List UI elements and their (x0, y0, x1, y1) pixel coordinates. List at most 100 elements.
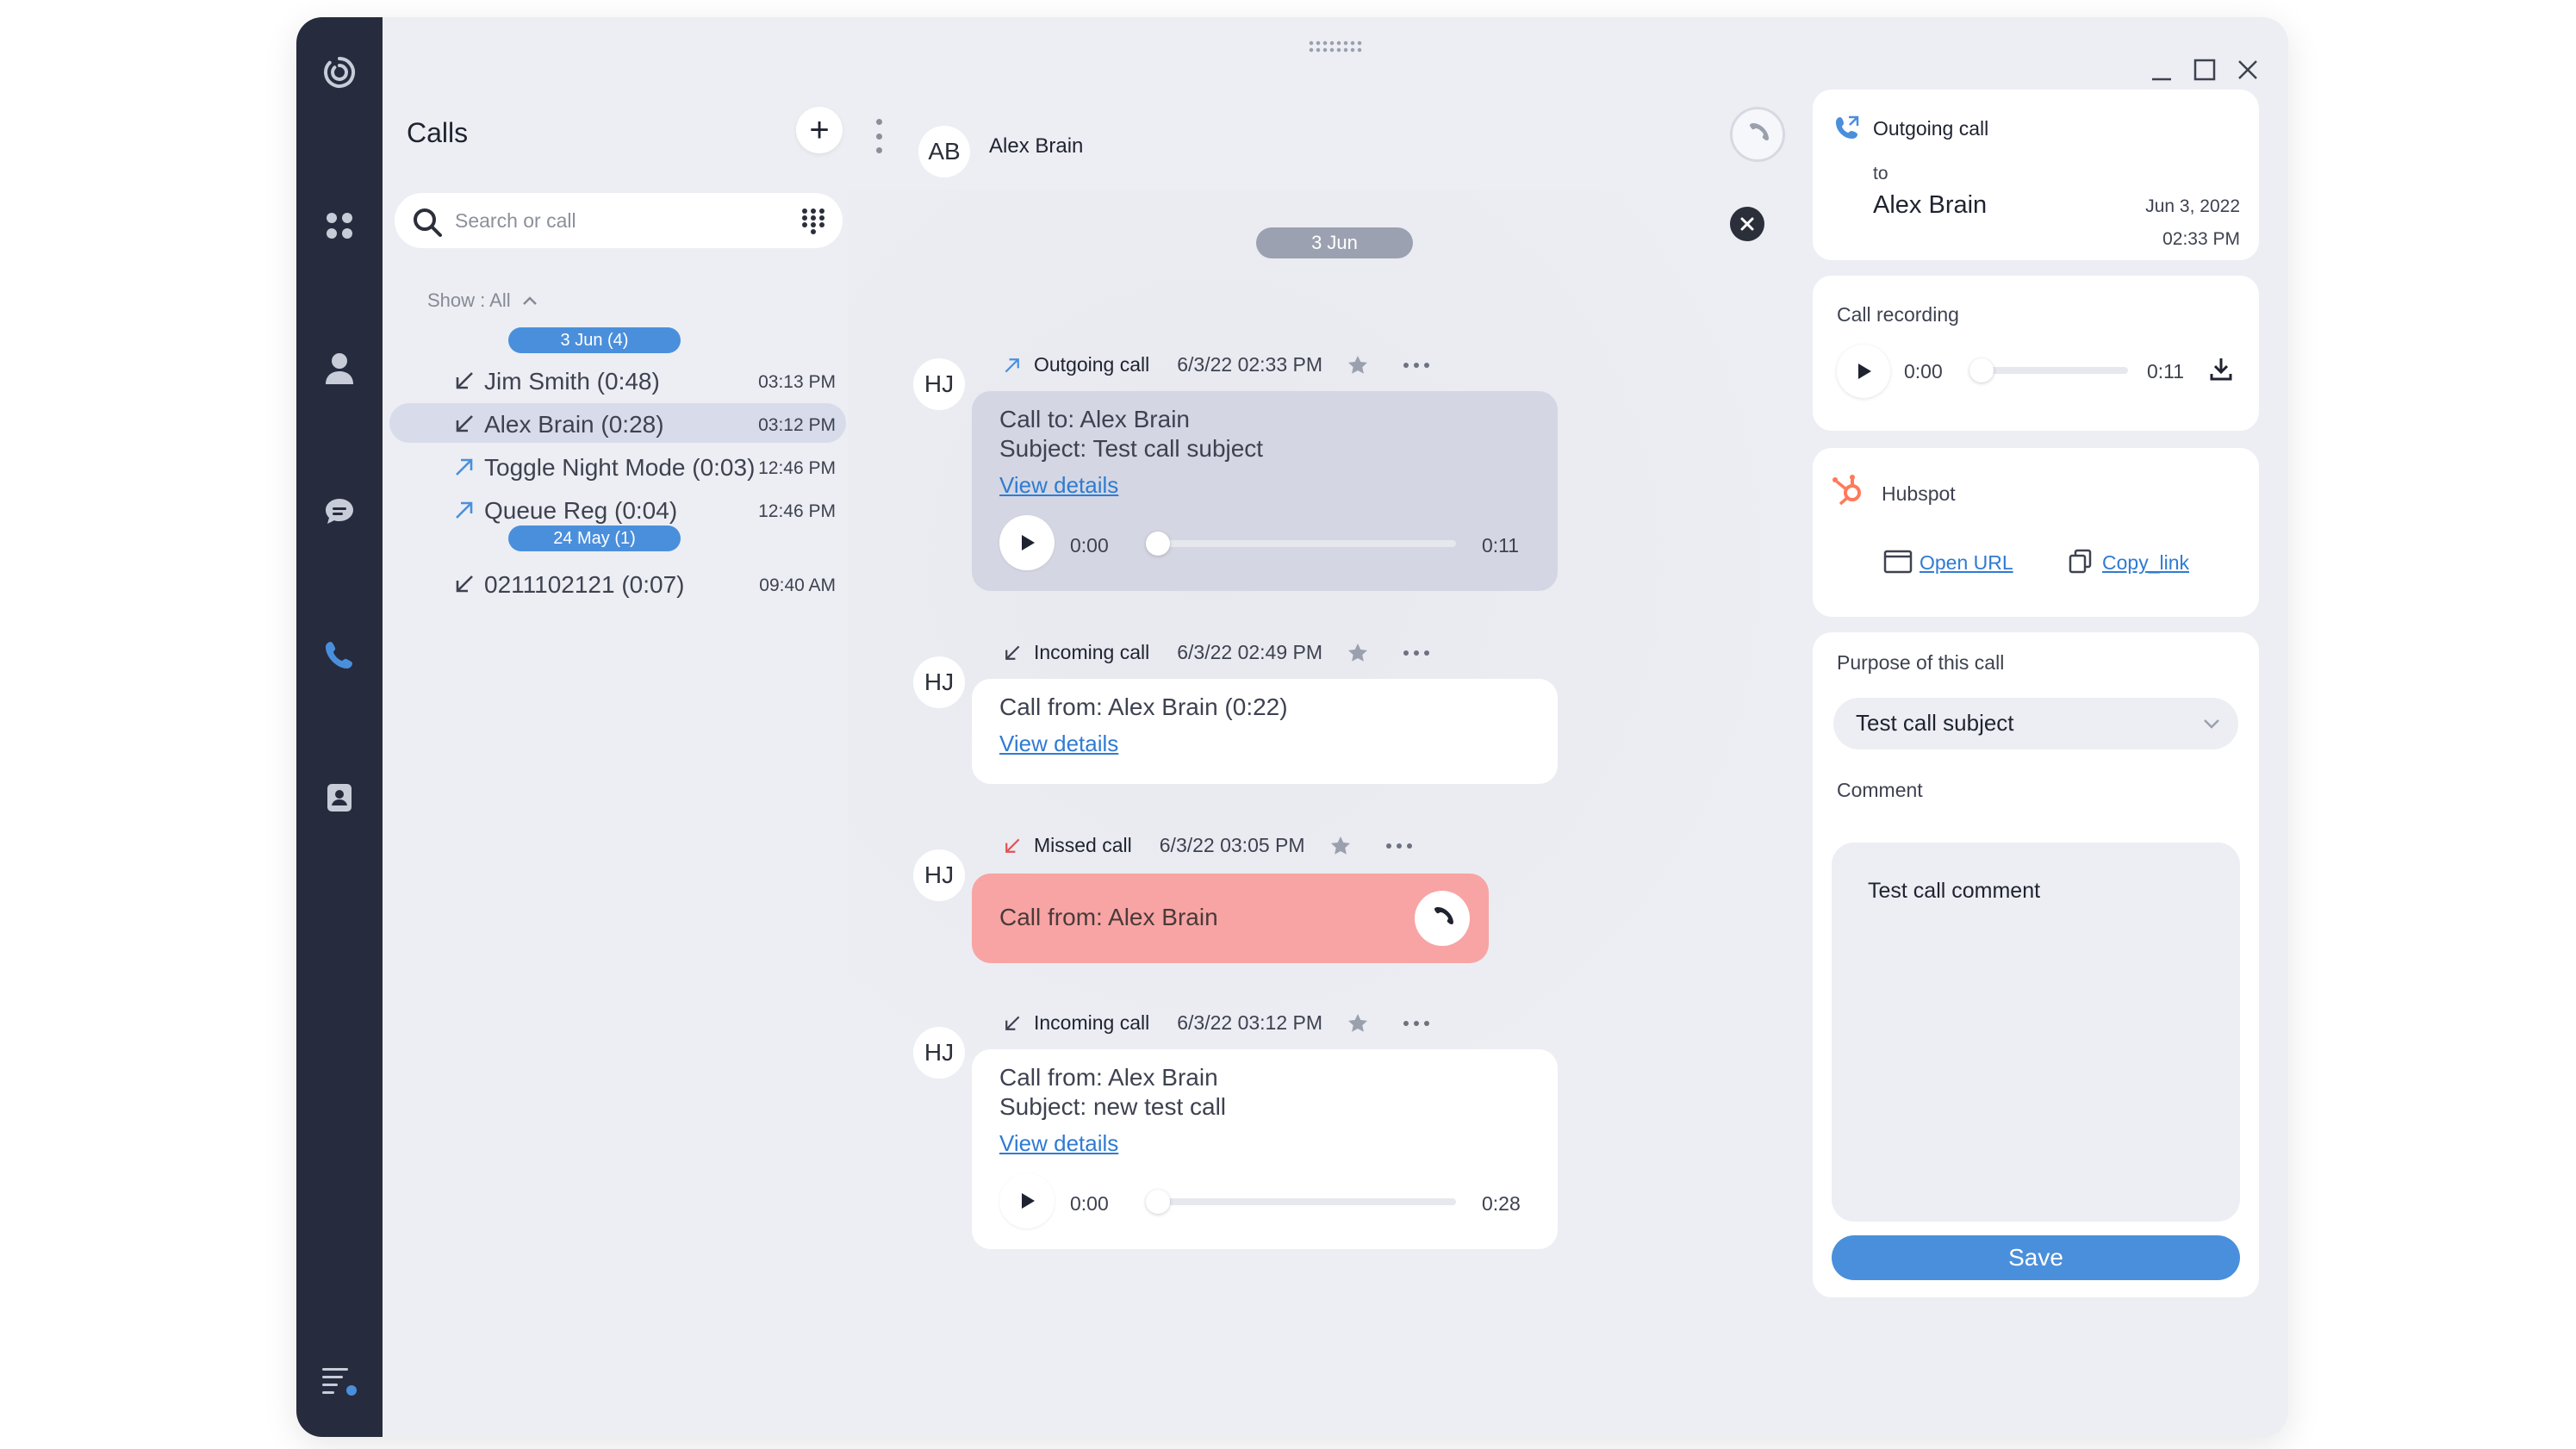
outgoing-arrow-icon (456, 501, 473, 519)
view-details-link[interactable]: View details (999, 470, 1118, 500)
close-icon (1740, 217, 1754, 231)
chat-icon[interactable] (319, 491, 360, 532)
chat-background (848, 190, 1761, 1437)
more-options-icon[interactable] (870, 119, 887, 153)
view-details-link[interactable]: View details (999, 729, 1118, 758)
call-date: Jun 3, 2022 (2145, 196, 2240, 216)
search-input[interactable] (455, 203, 765, 238)
incoming-arrow-icon (456, 372, 473, 389)
recording-seekbar[interactable] (1969, 358, 2128, 382)
message-avatar: HJ (913, 358, 965, 410)
logo-icon[interactable] (319, 52, 360, 93)
message-type: Incoming call (1034, 1011, 1150, 1034)
player-seekbar[interactable] (1146, 1190, 1456, 1214)
call-list-name: Queue Reg (0:04) (484, 497, 678, 524)
hubspot-logo-icon (1832, 475, 1861, 506)
play-button[interactable] (999, 515, 1055, 570)
seek-handle[interactable] (1146, 1190, 1170, 1214)
contacts-icon[interactable] (319, 777, 360, 818)
maximize-icon[interactable] (2192, 57, 2218, 83)
star-icon[interactable] (1329, 835, 1352, 857)
message-type: Incoming call (1034, 641, 1150, 663)
more-icon[interactable] (1403, 362, 1430, 368)
call-list-item[interactable]: Queue Reg (0:04) 12:46 PM (389, 489, 846, 529)
outgoing-arrow-icon (456, 458, 473, 476)
star-icon[interactable] (1347, 1012, 1369, 1035)
message-time: 6/3/22 02:33 PM (1177, 353, 1323, 376)
player-duration: 0:28 (1482, 1192, 1521, 1215)
minimize-icon[interactable] (2149, 57, 2175, 83)
header-call-button[interactable] (1730, 107, 1785, 162)
message-time: 6/3/22 02:49 PM (1177, 641, 1323, 663)
call-contact-name: Alex Brain (1873, 191, 1988, 219)
save-button[interactable]: Save (1832, 1235, 2240, 1280)
drag-handle[interactable] (1308, 40, 1363, 53)
message-subject: Subject: new test call (999, 1093, 1227, 1120)
message-type: Outgoing call (1034, 353, 1150, 376)
copy-link[interactable]: Copy_link (2102, 551, 2189, 575)
incoming-arrow-icon (1005, 1016, 1020, 1030)
message-avatar: HJ (913, 656, 965, 708)
apps-icon[interactable] (319, 205, 360, 246)
profile-icon[interactable] (319, 348, 360, 389)
calls-title: Calls (407, 117, 469, 148)
close-thread-button[interactable] (1730, 207, 1764, 241)
contact-name: Alex Brain (989, 134, 1084, 158)
copy-icon (2069, 549, 2092, 574)
recording-title: Call recording (1837, 303, 1959, 326)
call-list-name: Alex Brain (0:28) (484, 411, 664, 438)
call-list-time: 03:12 PM (758, 415, 836, 435)
play-button[interactable] (999, 1173, 1055, 1228)
comment-value: Test call comment (1868, 879, 2041, 903)
message-avatar: HJ (913, 1027, 965, 1079)
view-details-link[interactable]: View details (999, 1129, 1118, 1158)
message-line: Call from: Alex Brain (999, 1064, 1218, 1091)
call-list-item[interactable]: Jim Smith (0:48) 03:13 PM (389, 360, 846, 400)
add-call-button[interactable]: + (796, 107, 843, 153)
phone-icon[interactable] (319, 634, 360, 675)
call-list-time: 12:46 PM (758, 501, 836, 521)
star-icon[interactable] (1347, 354, 1369, 376)
show-filter[interactable]: Show : All (427, 289, 538, 312)
dialpad-icon[interactable] (800, 207, 827, 234)
call-list-item[interactable]: 0211102121 (0:07) 09:40 AM (389, 563, 846, 603)
menu-icon[interactable] (319, 1359, 360, 1401)
to-label: to (1873, 164, 1888, 183)
purpose-select[interactable]: Test call subject (1833, 698, 2238, 749)
audio-player: 0:00 0:11 (999, 515, 1519, 570)
hubspot-card: Hubspot Open URL Copy_link (1813, 448, 2259, 617)
recording-seek-handle[interactable] (1969, 358, 1994, 382)
more-icon[interactable] (1403, 1020, 1430, 1026)
incoming-arrow-icon (456, 575, 473, 593)
message-meta: Outgoing call 6/3/22 02:33 PM (1003, 353, 1430, 376)
more-icon[interactable] (1403, 650, 1430, 656)
day-separator: 3 Jun (1256, 227, 1413, 258)
comment-textarea[interactable]: Test call comment (1832, 843, 2240, 1222)
call-list-name: Toggle Night Mode (0:03) (484, 454, 756, 481)
more-icon[interactable] (1385, 843, 1412, 849)
call-back-button[interactable] (1415, 891, 1470, 946)
player-current-time: 0:00 (1070, 534, 1109, 557)
message-meta: Missed call 6/3/22 03:05 PM (1003, 834, 1412, 857)
search-bar (395, 193, 843, 248)
recording-current-time: 0:00 (1904, 360, 1943, 382)
download-icon[interactable] (2207, 355, 2235, 382)
close-icon[interactable] (2235, 57, 2261, 83)
call-list-name: 0211102121 (0:07) (484, 571, 685, 598)
seek-handle[interactable] (1146, 532, 1170, 556)
call-list-item-selected[interactable]: Alex Brain (0:28) 03:12 PM (389, 403, 846, 443)
recording-play-button[interactable] (1837, 345, 1890, 398)
outgoing-arrow-icon (1005, 358, 1019, 372)
star-icon[interactable] (1347, 642, 1369, 664)
play-icon (1022, 1193, 1035, 1209)
player-seekbar[interactable] (1146, 532, 1456, 556)
open-url-link[interactable]: Open URL (1920, 551, 2013, 575)
message-bubble: Call from: Alex Brain (0:22) View detail… (972, 679, 1558, 784)
missed-call-bubble: Call from: Alex Brain (972, 874, 1489, 963)
message-avatar: HJ (913, 849, 965, 901)
message-meta: Incoming call 6/3/22 03:12 PM (1003, 1011, 1430, 1035)
message-bubble: Call from: Alex Brain Subject: new test … (972, 1049, 1558, 1249)
call-list-item[interactable]: Toggle Night Mode (0:03) 12:46 PM (389, 446, 846, 486)
call-list-name: Jim Smith (0:48) (484, 368, 660, 395)
call-list-time: 09:40 AM (759, 575, 836, 595)
